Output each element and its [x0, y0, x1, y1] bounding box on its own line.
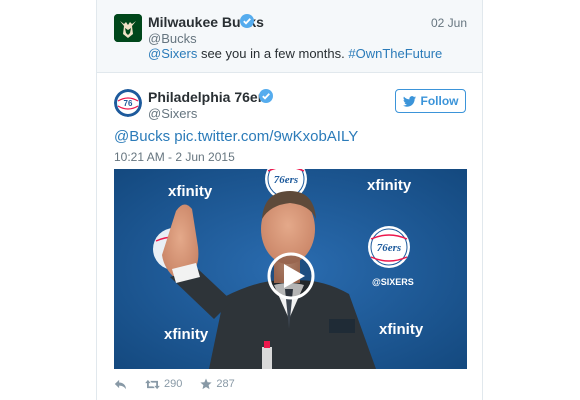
reply-body: see you in a few months. [197, 46, 349, 61]
reply-action[interactable] [114, 379, 127, 390]
tweet-author-handle[interactable]: @Sixers [148, 106, 197, 121]
sixers-logo-text-1: 76ers [274, 174, 298, 186]
svg-text:76: 76 [124, 99, 133, 108]
play-button[interactable] [267, 252, 315, 300]
tweet-actions: 290 287 [114, 376, 253, 392]
tweet-text: @Bucks pic.twitter.com/9wKxobAILY [114, 128, 358, 145]
sixers-backdrop-handle: @SIXERS [372, 277, 414, 287]
sixers-avatar[interactable]: 76 [114, 89, 142, 117]
xfinity-text-2: xfinity [367, 177, 412, 194]
xfinity-text-4: xfinity [379, 321, 424, 338]
xfinity-text-1: xfinity [168, 183, 213, 200]
favorite-action[interactable]: 287 [200, 378, 235, 390]
star-icon [200, 378, 212, 390]
retweet-icon [145, 379, 160, 389]
bucks-avatar[interactable] [114, 14, 142, 42]
tweet-video[interactable]: xfinity xfinity xfinity xfinity 76ers 76… [114, 169, 467, 369]
verified-icon [259, 89, 273, 108]
tweet-embed: Milwaukee Bucks @Bucks 02 Jun @Sixers se… [96, 0, 483, 400]
reply-author-handle[interactable]: @Bucks [148, 31, 197, 46]
tweet-mention-link[interactable]: @Bucks [114, 128, 170, 145]
reply-hashtag-link[interactable]: #OwnTheFuture [348, 46, 442, 61]
reply-tweet[interactable]: Milwaukee Bucks @Bucks 02 Jun @Sixers se… [97, 0, 482, 73]
verified-icon [240, 14, 254, 33]
favorite-count: 287 [216, 378, 235, 390]
xfinity-text-3: xfinity [164, 326, 209, 343]
tweet-media-link[interactable]: pic.twitter.com/9wKxobAILY [174, 128, 358, 145]
retweet-count: 290 [164, 378, 183, 390]
reply-date[interactable]: 02 Jun [431, 16, 467, 30]
reply-icon [114, 379, 126, 389]
follow-button[interactable]: Follow [395, 89, 466, 113]
follow-label: Follow [420, 94, 459, 108]
tweet-timestamp[interactable]: 10:21 AM - 2 Jun 2015 [114, 150, 235, 164]
video-frame: xfinity xfinity xfinity xfinity 76ers 76… [114, 169, 467, 369]
twitter-bird-icon [402, 95, 416, 107]
reply-mention-link[interactable]: @Sixers [148, 46, 197, 61]
retweet-action[interactable]: 290 [145, 378, 182, 390]
sixers-logo-text-2: 76ers [377, 242, 401, 254]
reply-text: @Sixers see you in a few months. #OwnThe… [148, 46, 442, 61]
tweet-author-name[interactable]: Philadelphia 76ers [148, 89, 271, 105]
